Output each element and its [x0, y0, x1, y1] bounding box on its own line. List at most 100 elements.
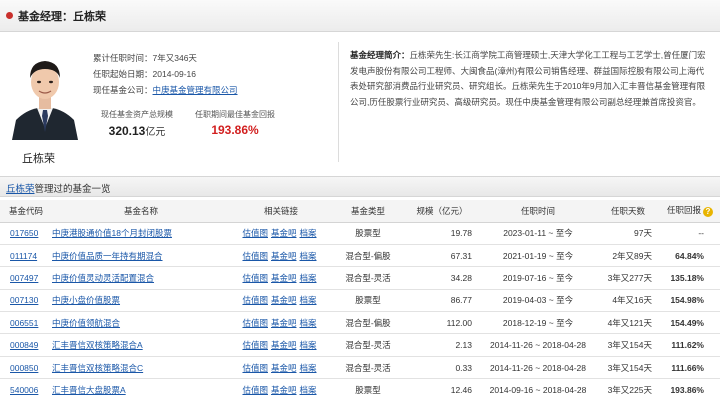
- help-icon[interactable]: ?: [703, 207, 713, 218]
- col-code: 基金代码: [0, 200, 52, 223]
- manager-profile: 丘栋荣 累计任职时间：7年又346天 任职起始日期：2014-09-16 现任基…: [0, 32, 720, 174]
- funds-table: 基金代码 基金名称 相关链接 基金类型 规模（亿元） 任职时间 任职天数 任职回…: [0, 200, 720, 401]
- fund-code-link[interactable]: 000849: [10, 340, 38, 350]
- table-body: 017650 中庚港股通价值18个月封闭股票 估值图 基金吧 档案 股票型 19.78 202…: [0, 222, 720, 401]
- fund-code-link[interactable]: 007497: [10, 273, 38, 283]
- col-links: 相关链接: [230, 200, 332, 223]
- fund-archive-link[interactable]: 档案: [300, 363, 317, 373]
- table-header-row: 基金代码 基金名称 相关链接 基金类型 规模（亿元） 任职时间 任职天数 任职回…: [0, 200, 720, 223]
- fund-forum-link[interactable]: 基金吧: [271, 385, 297, 395]
- best-return-label: 任职期间最佳基金回报: [195, 110, 275, 119]
- fund-size: 19.78: [404, 222, 480, 245]
- col-size: 规模（亿元）: [404, 200, 480, 223]
- table-row: 000850 汇丰晋信双核策略混合C 估值图 基金吧 档案 混合型-灵活 0.33 2014-…: [0, 356, 720, 380]
- fund-type: 混合型-偏股: [332, 311, 404, 335]
- tenure-return: 154.49%: [660, 311, 720, 335]
- total-assets-unit: 亿元: [145, 127, 166, 138]
- page-title: 基金经理：丘栋荣: [18, 11, 106, 23]
- fund-type: 混合型-灵活: [332, 333, 404, 357]
- tenure-period: 2019-07-16 ~ 至今: [480, 266, 596, 290]
- bullet-icon: [6, 12, 13, 19]
- section-title: 丘栋荣管理过的基金一览: [6, 181, 111, 195]
- fund-forum-link[interactable]: 基金吧: [271, 318, 297, 328]
- best-return-stat: 任职期间最佳基金回报 193.86%: [191, 110, 279, 137]
- related-links: 估值图 基金吧 档案: [230, 222, 332, 245]
- col-return: 任职回报?: [660, 200, 720, 223]
- tenure-return: 135.18%: [660, 266, 720, 290]
- table-row: 007497 中庚价值灵动灵活配置混合 估值图 基金吧 档案 混合型-灵活 34.28 201…: [0, 266, 720, 290]
- total-assets-value: 320.13: [108, 124, 146, 138]
- fund-forum-link[interactable]: 基金吧: [271, 363, 297, 373]
- fund-archive-link[interactable]: 档案: [300, 251, 317, 261]
- fund-forum-link[interactable]: 基金吧: [271, 251, 297, 261]
- valuation-chart-link[interactable]: 估值图: [242, 228, 268, 238]
- funds-section-header: 丘栋荣管理过的基金一览: [0, 176, 720, 197]
- tenure-period: 2018-12-19 ~ 至今: [480, 311, 596, 335]
- fund-code-link[interactable]: 007130: [10, 295, 38, 305]
- tenure-days: 4年又121天: [596, 311, 660, 335]
- table-row: 011174 中庚价值品质一年持有期混合 估值图 基金吧 档案 混合型-偏股 67.31 20…: [0, 244, 720, 268]
- bio-label: 基金经理简介：: [350, 50, 410, 60]
- related-links: 估值图 基金吧 档案: [230, 356, 332, 380]
- fund-name-link[interactable]: 汇丰晋信大盘股票A: [52, 385, 126, 395]
- fund-name-link[interactable]: 汇丰晋信双核策略混合C: [52, 363, 143, 373]
- fund-archive-link[interactable]: 档案: [300, 318, 317, 328]
- fund-name-link[interactable]: 中庚港股通价值18个月封闭股票: [52, 228, 172, 238]
- tenure-period: 2021-01-19 ~ 至今: [480, 244, 596, 268]
- fund-name-link[interactable]: 中庚价值领航混合: [52, 318, 120, 328]
- total-assets-stat: 现任基金资产总规模 320.13亿元: [93, 110, 181, 138]
- col-name: 基金名称: [52, 200, 230, 223]
- fund-forum-link[interactable]: 基金吧: [271, 340, 297, 350]
- fund-name-link[interactable]: 中庚价值灵动灵活配置混合: [52, 273, 154, 283]
- fund-size: 34.28: [404, 266, 480, 290]
- fund-code-link[interactable]: 011174: [10, 251, 37, 261]
- tenure-period: 2014-11-26 ~ 2018-04-28: [480, 356, 596, 380]
- tenure-return: 154.98%: [660, 289, 720, 313]
- fund-size: 0.33: [404, 356, 480, 380]
- valuation-chart-link[interactable]: 估值图: [242, 295, 268, 305]
- fund-forum-link[interactable]: 基金吧: [271, 228, 297, 238]
- table-row: 000849 汇丰晋信双核策略混合A 估值图 基金吧 档案 混合型-灵活 2.13 2014-…: [0, 333, 720, 357]
- page-header: 基金经理：丘栋荣: [0, 0, 720, 32]
- company-label: 现任基金公司：: [93, 85, 153, 95]
- fund-forum-link[interactable]: 基金吧: [271, 295, 297, 305]
- fund-name-link[interactable]: 中庚价值品质一年持有期混合: [52, 251, 163, 261]
- valuation-chart-link[interactable]: 估值图: [242, 340, 268, 350]
- fund-archive-link[interactable]: 档案: [300, 295, 317, 305]
- start-date-value: 2014-09-16: [152, 69, 196, 79]
- fund-type: 股票型: [332, 289, 404, 313]
- tenure-value: 7年又346天: [152, 53, 197, 63]
- fund-code-link[interactable]: 540006: [10, 385, 38, 395]
- fund-archive-link[interactable]: 档案: [300, 340, 317, 350]
- table-row: 540006 汇丰晋信大盘股票A 估值图 基金吧 档案 股票型 12.46 2014-09-1…: [0, 378, 720, 401]
- fund-archive-link[interactable]: 档案: [300, 273, 317, 283]
- related-links: 估值图 基金吧 档案: [230, 289, 332, 313]
- fund-archive-link[interactable]: 档案: [300, 385, 317, 395]
- manager-name-link[interactable]: 丘栋荣: [6, 184, 35, 195]
- col-type: 基金类型: [332, 200, 404, 223]
- fund-name-link[interactable]: 汇丰晋信双核策略混合A: [52, 340, 143, 350]
- tenure-period: 2019-04-03 ~ 至今: [480, 289, 596, 313]
- company-row: 现任基金公司：中庚基金管理有限公司: [93, 84, 238, 98]
- tenure-period: 2014-11-26 ~ 2018-04-28: [480, 333, 596, 357]
- valuation-chart-link[interactable]: 估值图: [242, 251, 268, 261]
- tenure-days: 3年又154天: [596, 356, 660, 380]
- tenure-days: 4年又16天: [596, 289, 660, 313]
- fund-type: 股票型: [332, 378, 404, 401]
- company-link[interactable]: 中庚基金管理有限公司: [153, 85, 238, 95]
- valuation-chart-link[interactable]: 估值图: [242, 273, 268, 283]
- valuation-chart-link[interactable]: 估值图: [242, 318, 268, 328]
- valuation-chart-link[interactable]: 估值图: [242, 385, 268, 395]
- fund-forum-link[interactable]: 基金吧: [271, 273, 297, 283]
- fund-name-link[interactable]: 中庚小盘价值股票: [52, 295, 120, 305]
- valuation-chart-link[interactable]: 估值图: [242, 363, 268, 373]
- fund-code-link[interactable]: 017650: [10, 228, 38, 238]
- tenure-return: 111.62%: [660, 333, 720, 357]
- tenure-row: 累计任职时间：7年又346天: [93, 52, 197, 66]
- fund-size: 67.31: [404, 244, 480, 268]
- fund-archive-link[interactable]: 档案: [300, 228, 317, 238]
- fund-code-link[interactable]: 000850: [10, 363, 38, 373]
- tenure-days: 2年又89天: [596, 244, 660, 268]
- fund-code-link[interactable]: 006551: [10, 318, 38, 328]
- section-title-text: 管理过的基金一览: [34, 184, 111, 195]
